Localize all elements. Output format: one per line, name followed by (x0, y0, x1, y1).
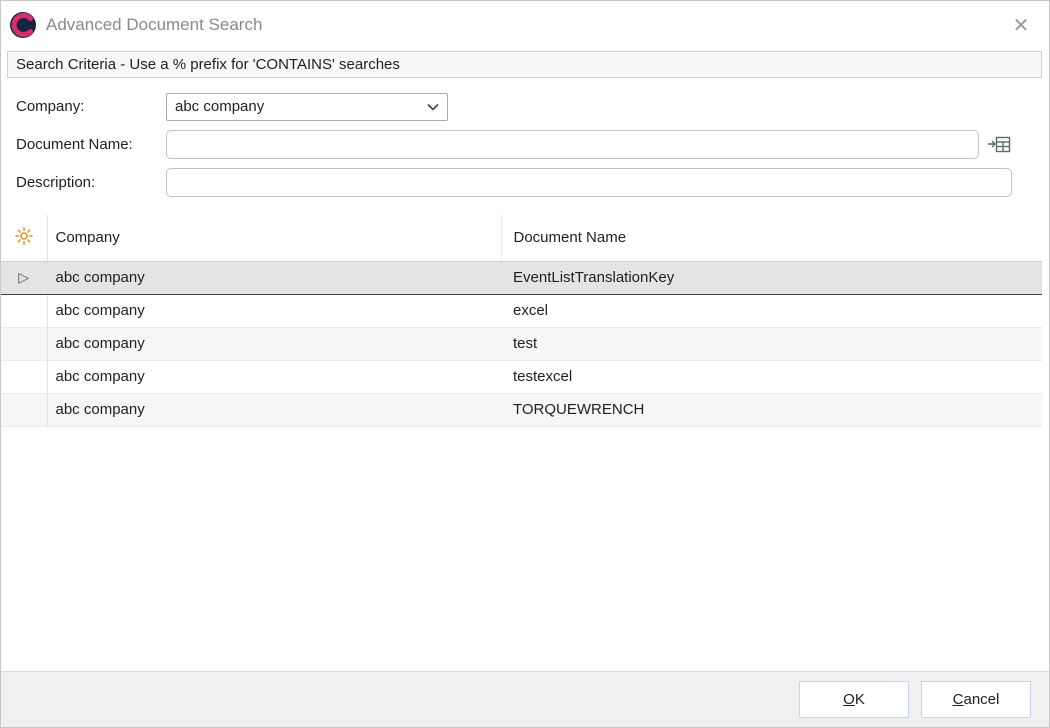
results-grid: Company Document Name ▷ abc company Even… (1, 215, 1042, 671)
cell-document-name: test (501, 327, 1042, 360)
grid-customize-header[interactable] (1, 215, 47, 261)
row-indicator-icon (1, 294, 47, 327)
title-bar: Advanced Document Search ✕ (1, 1, 1049, 49)
document-name-row: Document Name: (1, 130, 1049, 159)
cell-company: abc company (47, 261, 501, 294)
row-indicator-icon: ▷ (1, 261, 47, 294)
column-header-company[interactable]: Company (47, 215, 501, 261)
company-selected-value: abc company (175, 98, 425, 115)
description-row: Description: (1, 168, 1049, 197)
cell-document-name: excel (501, 294, 1042, 327)
chevron-down-icon (425, 99, 441, 115)
cell-company: abc company (47, 294, 501, 327)
advanced-document-search-dialog: Advanced Document Search ✕ Search Criter… (0, 0, 1050, 728)
document-name-input[interactable] (166, 130, 979, 159)
company-dropdown[interactable]: abc company (166, 93, 448, 121)
ok-button[interactable]: OK (799, 681, 909, 718)
table-row[interactable]: ▷ abc company EventListTranslationKey (1, 261, 1042, 294)
app-logo-icon (9, 11, 37, 39)
window-title: Advanced Document Search (46, 15, 1007, 35)
table-row[interactable]: abc company TORQUEWRENCH (1, 393, 1042, 426)
cell-document-name: EventListTranslationKey (501, 261, 1042, 294)
table-row[interactable]: abc company test (1, 327, 1042, 360)
cell-company: abc company (47, 393, 501, 426)
column-header-document-name[interactable]: Document Name (501, 215, 1042, 261)
company-row: Company: abc company (1, 92, 1049, 121)
company-label: Company: (1, 98, 166, 115)
description-label: Description: (1, 174, 166, 191)
footer-bar: OK Cancel (1, 671, 1049, 727)
row-indicator-icon (1, 393, 47, 426)
cell-document-name: testexcel (501, 360, 1042, 393)
search-form: Company: abc company Document Name: (1, 78, 1049, 206)
cancel-button[interactable]: Cancel (921, 681, 1031, 718)
grid-header-row: Company Document Name (1, 215, 1042, 261)
cell-company: abc company (47, 360, 501, 393)
close-icon[interactable]: ✕ (1007, 11, 1035, 39)
lookup-grid-icon[interactable] (987, 134, 1011, 156)
row-indicator-icon (1, 327, 47, 360)
grid-body: ▷ abc company EventListTranslationKey ab… (1, 261, 1042, 426)
table-row[interactable]: abc company excel (1, 294, 1042, 327)
document-name-label: Document Name: (1, 136, 166, 153)
description-input[interactable] (166, 168, 1012, 197)
search-criteria-header: Search Criteria - Use a % prefix for 'CO… (7, 51, 1042, 78)
row-indicator-icon (1, 360, 47, 393)
cell-document-name: TORQUEWRENCH (501, 393, 1042, 426)
table-row[interactable]: abc company testexcel (1, 360, 1042, 393)
cell-company: abc company (47, 327, 501, 360)
sun-icon (15, 232, 33, 249)
